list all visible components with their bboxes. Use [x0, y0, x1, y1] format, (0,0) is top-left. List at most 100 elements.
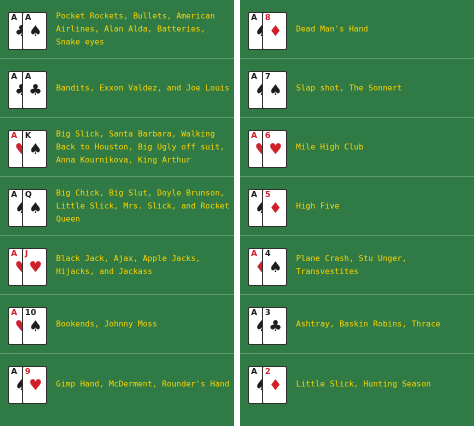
card-pair: A ♠Q♠	[8, 189, 48, 229]
hand-nicknames: Bookends, Johnny Moss	[56, 319, 158, 329]
hand-row: A♣A♠Pocket Rockets, Bullets, American Ai…	[0, 0, 234, 59]
card-rank: K	[25, 131, 32, 140]
card-pair: A ♠7♠	[248, 71, 288, 111]
card-rank: A	[251, 190, 258, 199]
card-pair: A♥10♠	[8, 307, 48, 347]
hand-nicknames: Gimp Hand, McDerment, Rounder's Hand	[56, 379, 230, 388]
hand-nicknames: Black Jack, Ajax, Apple Jacks, Hijacks, …	[56, 254, 201, 276]
card-rank: 5	[265, 190, 271, 199]
card-pair: A♠8♦	[248, 12, 288, 52]
card-suit-icon: ♥	[28, 376, 43, 394]
card-pair: A♠2♦	[248, 366, 288, 406]
card-rank: Q	[25, 190, 32, 199]
card-suit-icon: ♦	[268, 199, 283, 217]
hand-nicknames: Slap shot, The Sonnert	[296, 83, 402, 93]
card-suit-icon: ♣	[268, 317, 283, 335]
card-suit-icon: ♠	[28, 317, 43, 335]
poker-hand-nicknames-board: A♣A♠Pocket Rockets, Bullets, American Ai…	[0, 0, 474, 426]
card-suit-icon: ♥	[28, 258, 43, 276]
card-rank: 6	[265, 131, 271, 140]
hand-nicknames: Pocket Rockets, Bullets, American Airlin…	[56, 11, 215, 47]
hand-row: A♠8♦ Dead Man's Hand	[240, 0, 474, 59]
playing-card: 7 ♠	[262, 71, 287, 109]
card-rank: A	[11, 13, 18, 22]
card-suit-icon: ♠	[28, 140, 43, 158]
hand-nicknames: Plane Crash, Stu Unger, Transvestites	[296, 254, 407, 276]
hand-row: A ♥J♥ Black Jack, Ajax, Apple Jacks, Hijac…	[0, 236, 234, 295]
card-suit-icon: ♣	[28, 81, 43, 99]
card-rank: A	[251, 367, 258, 376]
playing-card: 9 ♥	[22, 366, 47, 404]
card-pair: A♥K♠	[8, 130, 48, 170]
card-rank: A	[25, 72, 32, 81]
card-pair: A ♥J♥	[8, 248, 48, 288]
card-rank: A	[11, 190, 18, 199]
card-pair: A♠3♣	[248, 307, 288, 347]
hand-nicknames: Bandits, Exxon Valdez, and Joe Louis	[56, 83, 230, 93]
hand-nicknames: Big Slick, Santa Barbara, Walking Back t…	[56, 129, 225, 165]
hand-nicknames: Dead Man's Hand	[296, 24, 369, 34]
hand-row: A ♥6♥ Mile High Club	[240, 118, 474, 177]
playing-card: 5 ♦	[262, 189, 287, 227]
card-pair: A♣A♠	[8, 12, 48, 52]
card-pair: A♦4♠	[248, 248, 288, 288]
hand-nicknames: Big Chick, Big Slut, Doyle Brunson, Litt…	[56, 188, 230, 224]
playing-card: 4 ♠	[262, 248, 287, 286]
card-suit-icon: ♦	[268, 376, 283, 394]
card-suit-icon: ♠	[28, 22, 43, 40]
card-rank: A	[11, 249, 18, 258]
right-column: A♠8♦ Dead Man's Hand A ♠7♠ Slap shot, The So…	[240, 0, 474, 426]
playing-card: Q ♠	[22, 189, 47, 227]
playing-card: K ♠	[22, 130, 47, 168]
playing-card: 2 ♦	[262, 366, 287, 404]
card-rank: 2	[265, 367, 271, 376]
playing-card: 8 ♦	[262, 12, 287, 50]
card-rank: 3	[265, 308, 271, 317]
hand-row: A♠3♣ Ashtray, Baskin Robins, Thrace	[240, 295, 474, 354]
card-rank: 8	[265, 13, 271, 22]
playing-card: A♠	[22, 12, 47, 50]
hand-row: A♥K♠Big Slick, Santa Barbara, Walking Ba…	[0, 118, 234, 177]
card-pair: A♠9♥	[8, 366, 48, 406]
hand-row: A♠9♥ Gimp Hand, McDerment, Rounder's Hand	[0, 354, 234, 413]
card-rank: A	[251, 13, 258, 22]
hand-nicknames: Ashtray, Baskin Robins, Thrace	[296, 319, 441, 329]
card-rank: A	[251, 249, 258, 258]
playing-card: 10 ♠	[22, 307, 47, 345]
hand-nicknames: Little Slick, Hunting Season	[296, 379, 431, 388]
card-rank: A	[251, 308, 258, 317]
playing-card: A♣	[22, 71, 47, 109]
card-suit-icon: ♦	[268, 22, 283, 40]
card-rank: A	[11, 308, 18, 317]
card-rank: A	[11, 72, 18, 81]
hand-row: A ♠7♠ Slap shot, The Sonnert	[240, 59, 474, 118]
hand-row: A♣A♣Bandits, Exxon Valdez, and Joe Louis	[0, 59, 234, 118]
hand-row: A♥10♠ Bookends, Johnny Moss	[0, 295, 234, 354]
card-suit-icon: ♥	[268, 140, 283, 158]
hand-row: A♠5♦ High Five	[240, 177, 474, 236]
playing-card: J ♥	[22, 248, 47, 286]
card-pair: A♣A♣	[8, 71, 48, 111]
card-rank: A	[11, 131, 18, 140]
card-rank: A	[25, 13, 32, 22]
hand-nicknames: Mile High Club	[296, 142, 364, 152]
card-rank: 7	[265, 72, 271, 81]
hand-nicknames: High Five	[296, 201, 340, 211]
card-pair: A♠5♦	[248, 189, 288, 229]
card-rank: A	[251, 131, 258, 140]
hand-row: A ♠Q♠Big Chick, Big Slut, Doyle Brunson, …	[0, 177, 234, 236]
card-rank: A	[11, 367, 18, 376]
hand-row: A♠2♦ Little Slick, Hunting Season	[240, 354, 474, 413]
card-pair: A ♥6♥	[248, 130, 288, 170]
card-rank: 4	[265, 249, 271, 258]
card-rank: 10	[25, 308, 37, 317]
card-rank: 9	[25, 367, 31, 376]
playing-card: 6 ♥	[262, 130, 287, 168]
left-column: A♣A♠Pocket Rockets, Bullets, American Ai…	[0, 0, 234, 426]
card-rank: A	[251, 72, 258, 81]
hand-row: A♦4♠ Plane Crash, Stu Unger, Transvestite…	[240, 236, 474, 295]
card-suit-icon: ♠	[268, 81, 283, 99]
playing-card: 3 ♣	[262, 307, 287, 345]
card-suit-icon: ♠	[28, 199, 43, 217]
card-rank: J	[25, 249, 28, 258]
